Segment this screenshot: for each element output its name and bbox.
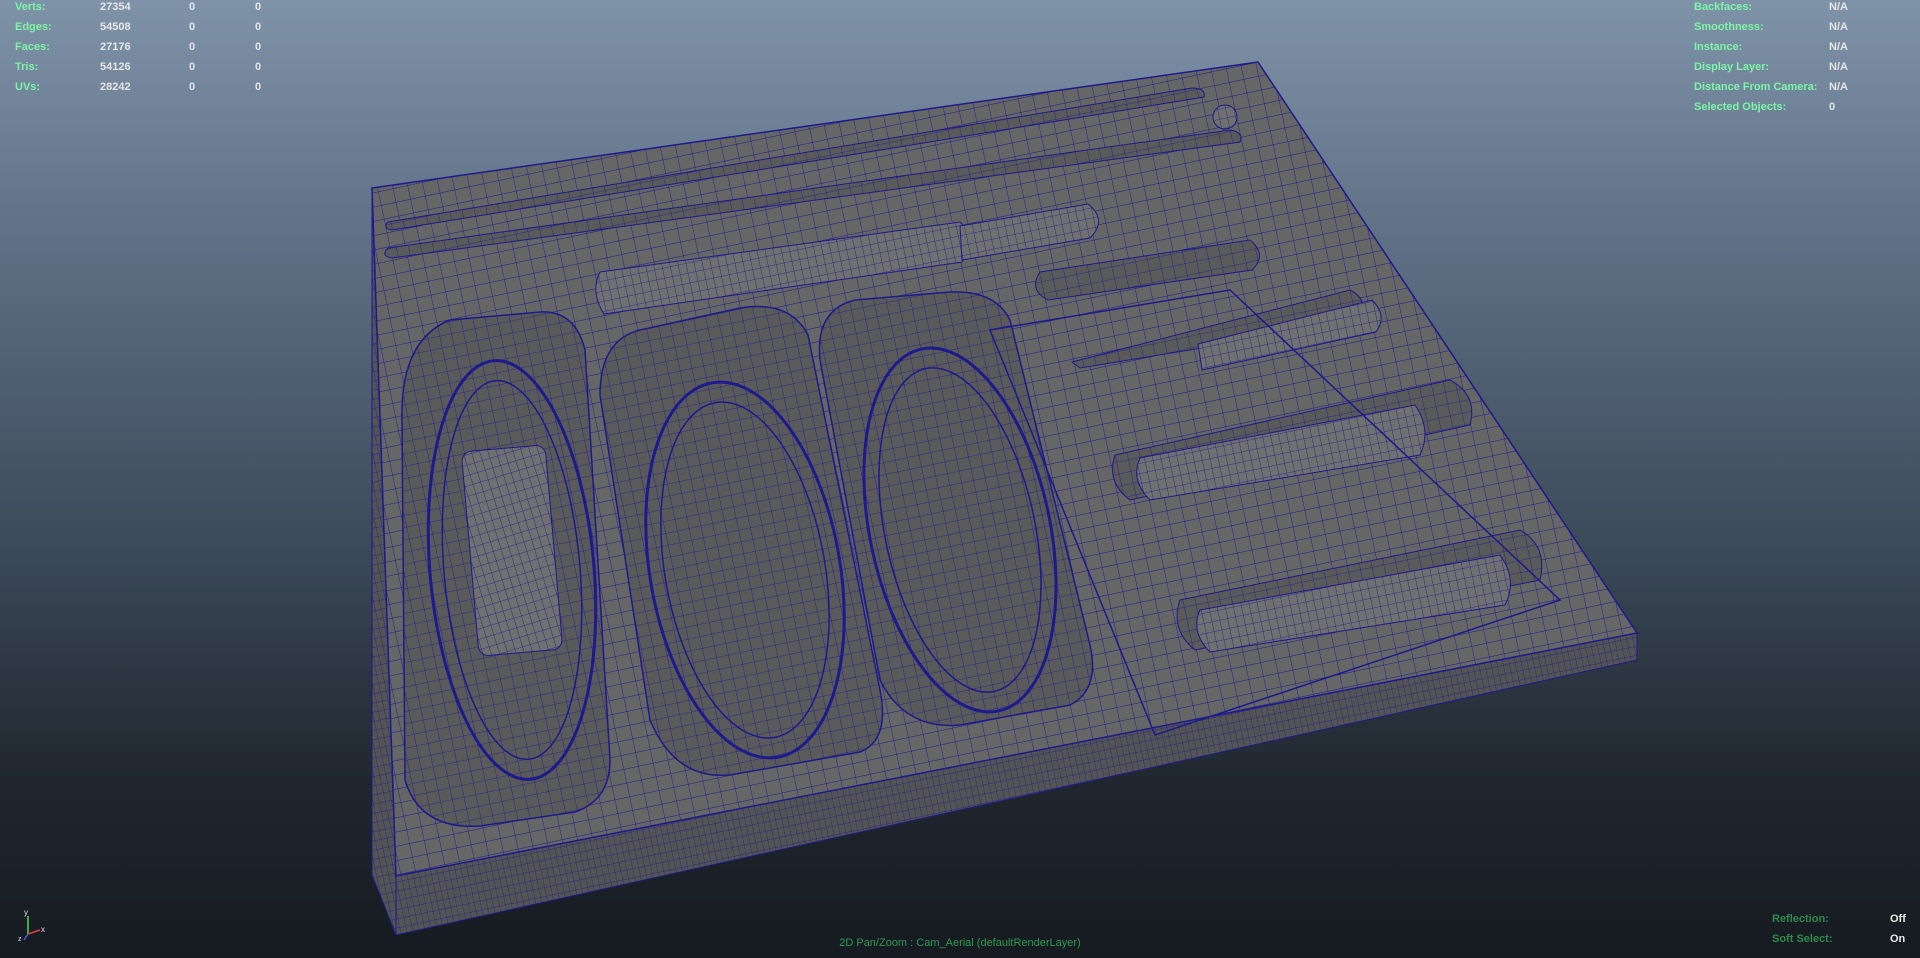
axis-gizmo-icon: y x z [18, 908, 45, 942]
axis-y-label: y [24, 908, 28, 917]
axis-x-label: x [41, 925, 45, 934]
bottom-label: Reflection: [1772, 913, 1829, 925]
info-label: Backfaces: [1694, 1, 1753, 13]
stat-label: Faces: [15, 41, 50, 53]
stat-selected: 0 [189, 21, 196, 33]
stat-row-verts: Verts: 27354 0 0 [15, 0, 261, 17]
camera-name-label: 2D Pan/Zoom : Cam_Aerial (defaultRenderL… [839, 937, 1081, 949]
stat-selected: 0 [189, 41, 196, 53]
info-row-display-layer: Display Layer: N/A [1694, 57, 1848, 77]
info-row-smoothness: Smoothness: N/A [1694, 17, 1848, 37]
stat-label: UVs: [15, 81, 41, 93]
info-value: N/A [1829, 81, 1848, 93]
stat-row-uvs: UVs: 28242 0 0 [15, 77, 261, 97]
bottom-row-reflection: Reflection: Off [1772, 913, 1906, 933]
foam-tray-mesh[interactable] [371, 61, 1639, 936]
stat-total: 27354 [100, 1, 131, 13]
stat-label: Edges: [15, 21, 52, 33]
info-value: N/A [1829, 41, 1848, 53]
info-row-backfaces: Backfaces: N/A [1694, 0, 1848, 17]
info-row-distance: Distance From Camera: N/A [1694, 77, 1848, 97]
info-label: Smoothness: [1694, 21, 1764, 33]
info-label: Selected Objects: [1694, 101, 1787, 113]
stat-selected-2: 0 [255, 81, 262, 93]
info-label: Display Layer: [1694, 61, 1770, 73]
info-value: N/A [1829, 1, 1848, 13]
bottom-value: Off [1890, 913, 1906, 925]
poly-count-hud: Verts: 27354 0 0 Edges: 54508 0 0 Faces:… [15, 0, 261, 97]
info-value: N/A [1829, 61, 1848, 73]
stat-label: Verts: [15, 1, 46, 13]
stat-total: 54508 [100, 21, 131, 33]
stat-selected: 0 [189, 61, 196, 73]
stat-row-faces: Faces: 27176 0 0 [15, 37, 261, 57]
info-value: N/A [1829, 21, 1848, 33]
info-label: Distance From Camera: [1694, 81, 1818, 93]
stat-row-edges: Edges: 54508 0 0 [15, 17, 261, 37]
stat-selected-2: 0 [255, 61, 262, 73]
stat-selected-2: 0 [255, 41, 262, 53]
top-channel-cap [1212, 104, 1238, 130]
info-row-instance: Instance: N/A [1694, 37, 1848, 57]
stat-row-tris: Tris: 54126 0 0 [15, 57, 261, 77]
pocket-left-pad [461, 445, 563, 656]
axis-z-label: z [18, 936, 22, 942]
stat-total: 28242 [100, 81, 131, 93]
object-info-hud: Backfaces: N/A Smoothness: N/A Instance:… [1694, 0, 1848, 117]
stat-selected: 0 [189, 1, 196, 13]
stat-selected-2: 0 [255, 1, 262, 13]
info-label: Instance: [1694, 41, 1743, 53]
stat-selected: 0 [189, 81, 196, 93]
info-value: 0 [1829, 101, 1836, 113]
stat-total: 27176 [100, 41, 131, 53]
stat-selected-2: 0 [255, 21, 262, 33]
info-row-selected-objects: Selected Objects: 0 [1694, 97, 1835, 117]
stat-total: 54126 [100, 61, 131, 73]
viewport-3d-model[interactable] [0, 0, 1920, 958]
stat-label: Tris: [15, 61, 39, 73]
